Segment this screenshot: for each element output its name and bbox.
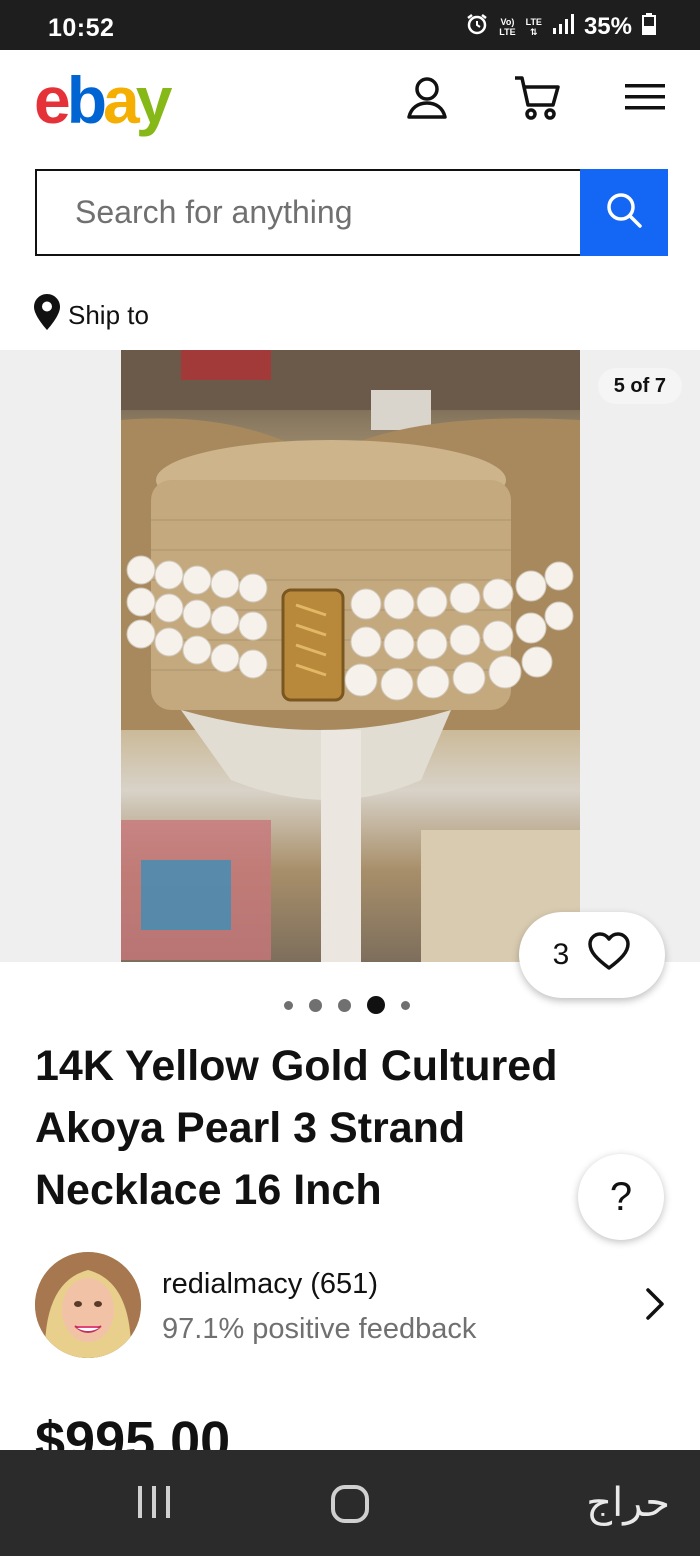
listing-title: 14K Yellow Gold Cultured Akoya Pearl 3 S… [35, 1042, 558, 1214]
cart-icon[interactable] [512, 72, 562, 122]
seller-avatar [35, 1252, 141, 1358]
ebay-logo[interactable]: ebay [34, 60, 173, 140]
logo-letter-y: y [135, 63, 173, 137]
product-photo[interactable] [121, 350, 580, 962]
logo-letter-b: b [66, 63, 107, 137]
lte-label: LTE [525, 16, 542, 27]
volte-bottom: LTE [499, 26, 516, 37]
logo-letter-a: a [103, 63, 140, 137]
home-icon[interactable] [330, 1484, 370, 1529]
search-icon [604, 190, 644, 235]
seller-name: redialmacy (651) [162, 1268, 378, 1300]
image-counter: 5 of 7 [597, 368, 682, 404]
seller-feedback: 97.1% positive feedback [162, 1313, 477, 1345]
signal-icon [552, 14, 574, 39]
carousel-dot[interactable] [309, 998, 322, 1012]
menu-icon[interactable] [620, 72, 670, 122]
data-arrows-icon: ⇅ [530, 26, 538, 37]
recent-apps-icon[interactable] [136, 1484, 172, 1525]
carousel-dot-active[interactable] [367, 996, 385, 1014]
haraj-watermark: حراج [586, 1480, 670, 1526]
alarm-icon [465, 12, 489, 41]
status-bar: 10:52 Vo) LTE LTE ⇅ 35% [0, 0, 700, 50]
watch-count: 3 [552, 938, 570, 971]
carousel-dot[interactable] [338, 998, 351, 1012]
image-gallery[interactable]: 5 of 7 [0, 350, 700, 962]
search-button[interactable] [580, 169, 668, 256]
status-time: 10:52 [48, 14, 115, 42]
lte-indicator: LTE ⇅ [526, 17, 542, 37]
logo-letter-e: e [34, 63, 71, 137]
status-icons: Vo) LTE LTE ⇅ 35% [465, 12, 656, 41]
search-bar [35, 169, 668, 256]
help-label: ? [609, 1174, 633, 1219]
battery-percent: 35% [583, 12, 632, 40]
location-pin-icon [34, 294, 60, 337]
volte-indicator: Vo) LTE [499, 17, 515, 37]
carousel-dots [284, 996, 410, 1014]
volte-top: Vo) [500, 16, 515, 27]
ship-to-link[interactable]: Ship to [34, 294, 149, 337]
carousel-dot[interactable] [284, 1000, 293, 1010]
account-icon[interactable] [402, 72, 452, 122]
heart-icon [587, 931, 631, 979]
chevron-right-icon [645, 1288, 665, 1325]
battery-icon [642, 13, 656, 40]
watch-button[interactable]: 3 [519, 912, 665, 998]
help-button[interactable]: ? [578, 1154, 664, 1240]
app-header: ebay [0, 50, 700, 150]
system-nav-bar: حراج [0, 1450, 700, 1556]
carousel-dot[interactable] [401, 1000, 410, 1010]
ship-to-label: Ship to [68, 300, 149, 330]
search-input[interactable] [35, 169, 580, 256]
seller-info[interactable]: redialmacy (651) 97.1% positive feedback [35, 1250, 665, 1360]
